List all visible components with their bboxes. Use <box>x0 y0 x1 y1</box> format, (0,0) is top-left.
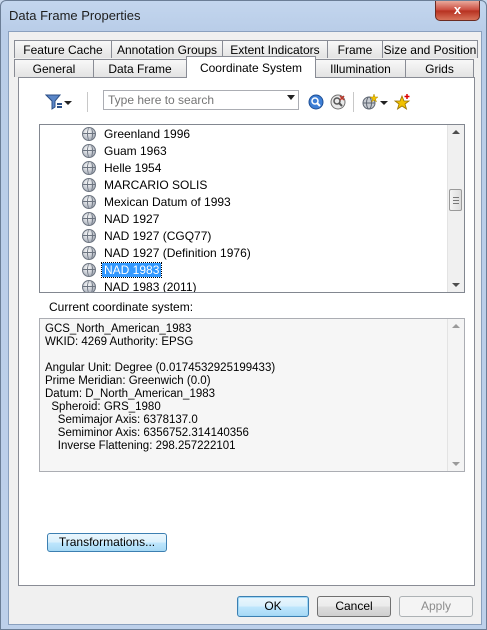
details-line: Prime Meridian: Greenwich (0.0) <box>45 375 211 387</box>
scroll-up-icon[interactable] <box>452 324 460 328</box>
dialog-client: Feature Cache Annotation Groups Extent I… <box>8 31 482 625</box>
globe-add-icon[interactable] <box>361 93 379 111</box>
globe-icon <box>82 195 96 209</box>
globe-icon <box>82 280 96 292</box>
tree-item[interactable]: Guam 1963 <box>82 143 169 160</box>
details-line: Inverse Flattening: 298.257222101 <box>45 440 236 452</box>
toolbar-separator <box>353 92 354 112</box>
tree-item-selected[interactable]: NAD 1983 <box>82 262 163 279</box>
search-box[interactable] <box>103 90 299 110</box>
globe-dropdown-icon[interactable] <box>379 93 389 111</box>
details-scrollbar[interactable] <box>447 319 464 471</box>
scroll-up-icon[interactable] <box>452 130 460 134</box>
tree-item[interactable]: NAD 1927 (Definition 1976) <box>82 245 253 262</box>
tab-feature-cache[interactable]: Feature Cache <box>14 40 112 58</box>
globe-icon <box>82 127 96 141</box>
dialog-window: Data Frame Properties x Feature Cache An… <box>0 0 487 630</box>
tree-item[interactable]: NAD 1927 <box>82 211 161 228</box>
details-line: GCS_North_American_1983 <box>45 323 192 335</box>
current-coordinate-system-label: Current coordinate system: <box>49 300 194 314</box>
search-icon[interactable] <box>307 93 325 111</box>
filter-icon[interactable] <box>44 93 63 111</box>
tree-item[interactable]: Greenland 1996 <box>82 126 192 143</box>
globe-icon <box>82 178 96 192</box>
tree-item[interactable]: NAD 1983 (2011) <box>82 279 199 292</box>
scroll-thumb[interactable] <box>449 189 462 211</box>
toolbar-separator <box>87 92 88 112</box>
globe-icon <box>82 246 96 260</box>
tree-item[interactable]: Helle 1954 <box>82 160 163 177</box>
details-line: Semimajor Axis: 6378137.0 <box>45 414 198 426</box>
star-add-icon[interactable] <box>393 93 411 111</box>
tab-grids[interactable]: Grids <box>405 59 474 77</box>
coordinate-system-panel: Greenland 1996 Guam 1963 Helle 1954 MARC… <box>18 77 475 586</box>
tree-scrollbar[interactable] <box>447 125 464 292</box>
globe-icon <box>82 144 96 158</box>
cancel-button[interactable]: Cancel <box>317 596 391 617</box>
close-button[interactable]: x <box>435 1 480 21</box>
details-line: Semiminor Axis: 6356752.314140356 <box>45 427 249 439</box>
tab-frame[interactable]: Frame <box>327 40 383 58</box>
tab-data-frame[interactable]: Data Frame <box>93 59 187 77</box>
globe-icon <box>82 229 96 243</box>
apply-button[interactable]: Apply <box>399 596 473 617</box>
coordinate-system-details[interactable]: GCS_North_American_1983 WKID: 4269 Autho… <box>39 318 465 472</box>
tree-item[interactable]: Mexican Datum of 1993 <box>82 194 233 211</box>
tab-size-and-position[interactable]: Size and Position <box>382 40 478 58</box>
tab-general[interactable]: General <box>14 59 94 77</box>
window-title: Data Frame Properties <box>9 8 141 23</box>
ok-button[interactable]: OK <box>237 596 309 617</box>
toolbar <box>44 90 465 114</box>
search-dropdown-icon[interactable] <box>287 95 295 100</box>
coordinate-system-tree[interactable]: Greenland 1996 Guam 1963 Helle 1954 MARC… <box>39 124 465 293</box>
globe-icon <box>82 212 96 226</box>
details-line: Datum: D_North_American_1983 <box>45 388 216 400</box>
tree-item[interactable]: NAD 1927 (CGQ77) <box>82 228 213 245</box>
filter-dropdown-icon[interactable] <box>63 93 73 111</box>
globe-icon <box>82 263 96 277</box>
search-input[interactable] <box>104 91 278 109</box>
scroll-down-icon[interactable] <box>452 462 460 466</box>
title-bar[interactable]: Data Frame Properties x <box>1 1 486 31</box>
details-line: Angular Unit: Degree (0.0174532925199433… <box>45 362 276 374</box>
globe-icon <box>82 161 96 175</box>
details-line: Spheroid: GRS_1980 <box>45 401 161 413</box>
tab-coordinate-system[interactable]: Coordinate System <box>186 56 316 78</box>
tree-item[interactable]: MARCARIO SOLIS <box>82 177 209 194</box>
scroll-down-icon[interactable] <box>452 283 460 287</box>
tab-illumination[interactable]: Illumination <box>315 59 406 77</box>
clear-search-icon[interactable] <box>329 93 347 111</box>
close-icon: x <box>453 2 462 17</box>
transformations-button[interactable]: Transformations... <box>47 533 167 552</box>
details-line: WKID: 4269 Authority: EPSG <box>45 336 194 348</box>
